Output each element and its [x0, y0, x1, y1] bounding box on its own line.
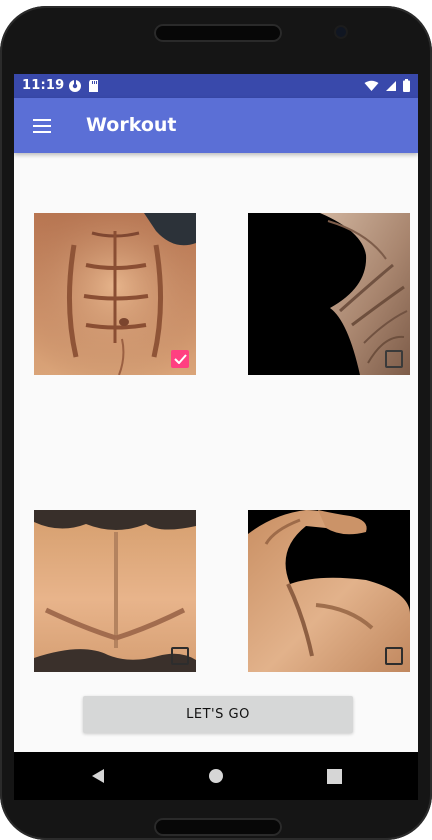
workout-tile-chest[interactable]: [34, 510, 196, 672]
status-left-icons: [68, 79, 100, 93]
lets-go-button[interactable]: LET'S GO: [83, 696, 353, 733]
toolbar-title: Workout: [86, 114, 177, 136]
battery-icon: [403, 79, 410, 92]
checkbox-abs[interactable]: [171, 350, 189, 368]
phone-screen: 11:19 Workout LET'S GO: [14, 74, 418, 800]
wifi-icon: [364, 80, 379, 91]
hamburger-menu-icon: [33, 119, 51, 133]
top-speaker: [154, 24, 282, 42]
status-right-icons: [364, 79, 410, 92]
device-frame: 11:19 Workout LET'S GO: [0, 0, 432, 840]
check-icon: [173, 354, 187, 364]
bottom-speaker: [154, 818, 282, 836]
home-button[interactable]: [204, 765, 228, 787]
front-camera: [336, 27, 346, 37]
status-time: 11:19: [22, 78, 65, 93]
status-bar: 11:19: [14, 74, 418, 98]
checkbox-biceps[interactable]: [385, 647, 403, 665]
navigation-bar: [14, 752, 418, 800]
signal-icon: [386, 80, 396, 91]
back-icon: [92, 769, 104, 783]
workout-tile-arm-veins[interactable]: [248, 213, 410, 375]
sd-card-icon: [89, 80, 98, 92]
menu-button[interactable]: [30, 114, 54, 138]
home-icon: [209, 769, 223, 783]
app-notification-icon: [69, 80, 81, 92]
workout-tile-abs[interactable]: [34, 213, 196, 375]
workout-tile-biceps[interactable]: [248, 510, 410, 672]
recents-button[interactable]: [322, 765, 346, 787]
app-toolbar: Workout: [14, 98, 418, 153]
back-button[interactable]: [86, 765, 110, 787]
checkbox-arm-veins[interactable]: [385, 350, 403, 368]
checkbox-chest[interactable]: [171, 647, 189, 665]
recents-icon: [326, 768, 342, 784]
